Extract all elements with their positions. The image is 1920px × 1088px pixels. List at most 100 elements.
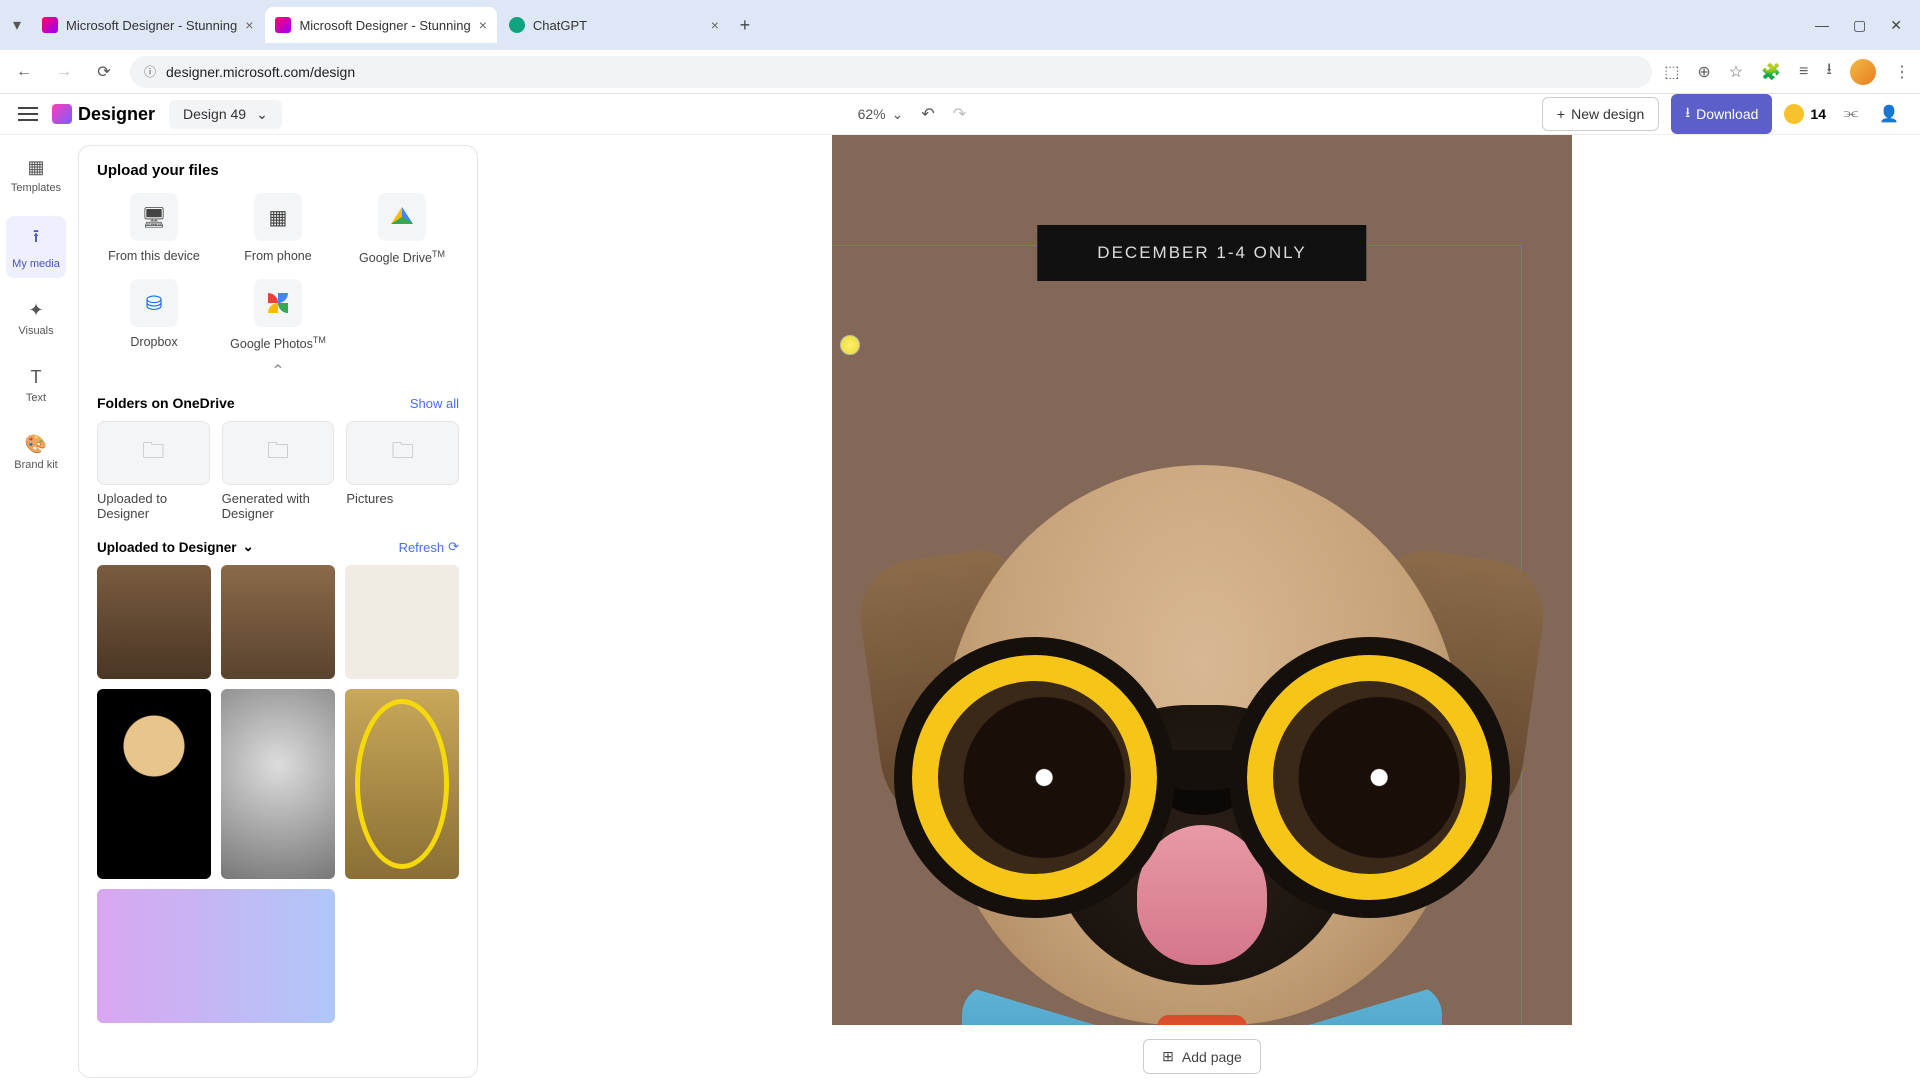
forward-button[interactable]: →	[50, 58, 78, 86]
design-name-dropdown[interactable]: Design 49 ⌄	[169, 100, 282, 129]
folder-uploaded[interactable]: 🗀 Uploaded to Designer	[97, 421, 210, 521]
collapse-section-button[interactable]: ⌃	[97, 361, 459, 381]
upload-google-drive[interactable]: Google DriveTM	[345, 193, 459, 265]
chevron-down-icon: ⌄	[892, 106, 904, 123]
media-thumbnail[interactable]	[97, 689, 211, 879]
reading-list-icon[interactable]: ≡	[1799, 63, 1808, 81]
bow-knot	[1157, 1015, 1247, 1025]
brand-name: Designer	[78, 104, 155, 125]
media-thumbnail[interactable]	[97, 565, 211, 679]
install-app-icon[interactable]: ⬚	[1664, 62, 1679, 82]
media-thumbnail[interactable]	[221, 565, 335, 679]
plus-square-icon: ⊞	[1162, 1048, 1174, 1065]
visuals-icon: ✦	[28, 300, 43, 321]
folder-icon: 🗀	[346, 421, 459, 485]
tab-title: ChatGPT	[533, 18, 587, 33]
close-window-icon[interactable]: ✕	[1890, 17, 1902, 34]
refresh-label: Refresh	[399, 540, 445, 555]
folders-grid: 🗀 Uploaded to Designer 🗀 Generated with …	[97, 421, 459, 521]
upload-google-photos[interactable]: Google PhotosTM	[221, 279, 335, 351]
chevron-down-icon: ⌄	[256, 106, 268, 123]
add-page-button[interactable]: ⊞ Add page	[1143, 1039, 1261, 1074]
media-thumbnail[interactable]	[345, 689, 459, 879]
canvas-area: DECEMBER 1-4 ONLY	[484, 135, 1920, 1088]
media-thumbnail[interactable]	[97, 889, 335, 1023]
rail-visuals[interactable]: ✦ Visuals	[6, 292, 66, 345]
bow-wing	[1242, 985, 1442, 1025]
new-design-label: New design	[1571, 106, 1644, 122]
folder-label: Generated with Designer	[222, 491, 335, 521]
app-header: Designer Design 49 ⌄ 62% ⌄ ↶ ↷ + New des…	[0, 94, 1920, 135]
browser-tab-strip: ▾ Microsoft Designer - Stunning × Micros…	[0, 0, 1920, 50]
tab-2-active[interactable]: Microsoft Designer - Stunning ×	[265, 7, 496, 43]
zoom-dropdown[interactable]: 62% ⌄	[858, 106, 904, 123]
rail-my-media[interactable]: ⭱ My media	[6, 216, 66, 278]
uploaded-header: Uploaded to Designer ⌄ Refresh ⟳	[97, 539, 459, 555]
rail-label: Visuals	[18, 325, 53, 337]
canvas-viewport[interactable]: DECEMBER 1-4 ONLY	[832, 135, 1572, 1025]
browser-action-icons: ⬚ ⊕ ☆ 🧩 ≡ ⭳ ⋮	[1664, 58, 1910, 85]
bookmark-icon[interactable]: ☆	[1729, 62, 1743, 82]
banner-text[interactable]: DECEMBER 1-4 ONLY	[1037, 225, 1366, 281]
tab-3[interactable]: ChatGPT ×	[499, 7, 729, 43]
folder-icon: 🗀	[222, 421, 335, 485]
reload-button[interactable]: ⟳	[90, 58, 118, 86]
upload-label: Dropbox	[130, 335, 177, 349]
show-all-link[interactable]: Show all	[410, 396, 459, 411]
upload-label: Google DriveTM	[359, 249, 445, 265]
uploaded-title: Uploaded to Designer	[97, 540, 237, 555]
folder-pictures[interactable]: 🗀 Pictures	[346, 421, 459, 521]
back-button[interactable]: ←	[10, 58, 38, 86]
new-design-button[interactable]: + New design	[1542, 97, 1659, 131]
maximize-icon[interactable]: ▢	[1853, 17, 1866, 34]
download-button[interactable]: ⭳ Download	[1671, 94, 1772, 134]
site-info-icon[interactable]: ⓘ	[144, 63, 156, 80]
rail-text[interactable]: T Text	[6, 359, 66, 412]
share-icon[interactable]: ⫘	[1838, 101, 1864, 127]
credits-badge[interactable]: 14	[1784, 104, 1826, 124]
chrome-menu-icon[interactable]: ⋮	[1894, 62, 1910, 82]
pug-image[interactable]	[882, 325, 1522, 1025]
designer-favicon	[42, 17, 58, 33]
menu-button[interactable]	[18, 107, 38, 121]
close-icon[interactable]: ×	[711, 17, 719, 33]
folders-title: Folders on OneDrive	[97, 395, 235, 411]
upload-from-device[interactable]: 🖥 From this device	[97, 193, 211, 265]
media-thumbnail[interactable]	[345, 565, 459, 679]
new-tab-button[interactable]: +	[731, 11, 759, 39]
profile-avatar[interactable]	[1850, 59, 1876, 85]
folder-label: Uploaded to Designer	[97, 491, 210, 521]
redo-button: ↷	[953, 104, 966, 124]
rail-label: My media	[12, 258, 60, 270]
account-icon[interactable]: 👤	[1876, 101, 1902, 127]
minimize-icon[interactable]: —	[1815, 17, 1829, 34]
templates-icon: ▦	[27, 157, 44, 178]
tab-title: Microsoft Designer - Stunning	[299, 18, 470, 33]
designer-logo[interactable]: Designer	[52, 104, 155, 125]
uploaded-dropdown[interactable]: Uploaded to Designer ⌄	[97, 539, 254, 555]
close-icon[interactable]: ×	[479, 17, 487, 33]
dropbox-icon: ⛁	[130, 279, 178, 327]
device-icon: 🖥	[130, 193, 178, 241]
tab-1[interactable]: Microsoft Designer - Stunning ×	[32, 7, 263, 43]
rail-label: Text	[26, 392, 46, 404]
tab-search-dropdown[interactable]: ▾	[8, 16, 26, 34]
close-icon[interactable]: ×	[245, 17, 253, 33]
folder-icon: 🗀	[97, 421, 210, 485]
artboard[interactable]: DECEMBER 1-4 ONLY	[832, 135, 1572, 1025]
downloads-icon[interactable]: ⭳	[1826, 58, 1832, 85]
rail-templates[interactable]: ▦ Templates	[6, 149, 66, 202]
folder-generated[interactable]: 🗀 Generated with Designer	[222, 421, 335, 521]
bowtie	[962, 965, 1442, 1025]
upload-from-phone[interactable]: ▦ From phone	[221, 193, 335, 265]
url-input[interactable]: ⓘ designer.microsoft.com/design	[130, 56, 1652, 88]
upload-sources: 🖥 From this device ▦ From phone Google D…	[97, 193, 459, 351]
refresh-button[interactable]: Refresh ⟳	[399, 539, 459, 555]
rail-brand-kit[interactable]: 🎨 Brand kit	[6, 426, 66, 479]
undo-button[interactable]: ↶	[921, 104, 934, 124]
zoom-icon[interactable]: ⊕	[1697, 62, 1710, 82]
upload-label: From phone	[244, 249, 311, 263]
media-thumbnail[interactable]	[221, 689, 335, 879]
upload-dropbox[interactable]: ⛁ Dropbox	[97, 279, 211, 351]
extensions-icon[interactable]: 🧩	[1761, 62, 1781, 82]
